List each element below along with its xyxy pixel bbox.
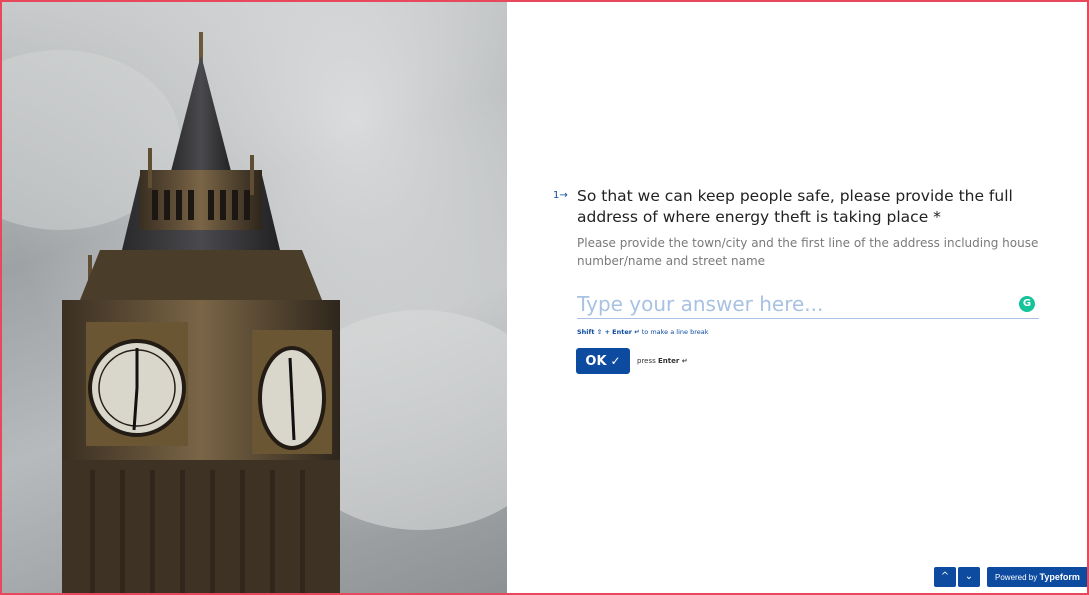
- typeform-brand: Typeform: [1039, 572, 1080, 582]
- clock-tower-image: [0, 0, 507, 595]
- line-break-hint: Shift ⇧ + Enter ↵ to make a line break: [577, 328, 709, 336]
- question-title: So that we can keep people safe, please …: [577, 187, 1013, 226]
- question-description: Please provide the town/city and the fir…: [577, 236, 1039, 268]
- press-enter-prefix: press: [637, 357, 656, 365]
- check-icon: ✓: [610, 354, 621, 368]
- previous-question-button[interactable]: ^: [934, 567, 956, 587]
- ok-button-label: OK: [585, 353, 607, 369]
- next-question-button[interactable]: ⌄: [958, 567, 980, 587]
- chevron-down-icon: ⌄: [964, 571, 974, 582]
- press-enter-key: Enter ↵: [658, 357, 688, 365]
- chevron-up-icon: ^: [940, 571, 950, 582]
- navigation-buttons: ^ ⌄: [934, 567, 980, 587]
- line-break-hint-keys: Shift ⇧ + Enter ↵: [577, 328, 640, 336]
- line-break-hint-text: to make a line break: [641, 328, 709, 336]
- ok-button[interactable]: OK ✓: [576, 348, 630, 374]
- powered-by-prefix: Powered by: [995, 573, 1038, 582]
- press-enter-hint: press Enter ↵: [637, 357, 688, 365]
- powered-by-typeform-link[interactable]: Powered by Typeform: [987, 567, 1089, 587]
- grammarly-icon[interactable]: G: [1019, 296, 1035, 312]
- arrow-right-icon: →: [559, 190, 568, 201]
- form-panel: 1→ So that we can keep people safe, plea…: [507, 0, 1089, 595]
- answer-input[interactable]: [577, 290, 1039, 319]
- question-number: 1→: [553, 190, 568, 201]
